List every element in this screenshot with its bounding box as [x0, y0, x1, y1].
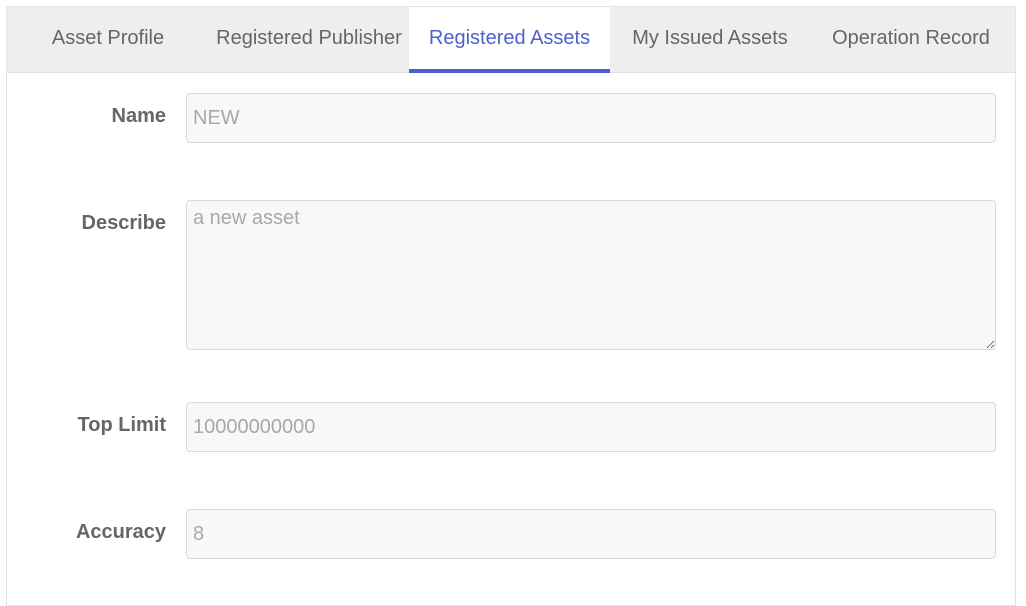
name-label: Name [111, 105, 166, 127]
tab-registered-publisher[interactable]: Registered Publisher [211, 7, 407, 72]
register-asset-panel: Asset Profile Registered Publisher Regis… [6, 6, 1016, 606]
accuracy-input[interactable] [186, 509, 996, 559]
tab-my-issued-assets[interactable]: My Issued Assets [623, 7, 797, 72]
tab-asset-profile[interactable]: Asset Profile [27, 7, 189, 72]
accuracy-label: Accuracy [75, 521, 166, 543]
tab-bar: Asset Profile Registered Publisher Regis… [7, 7, 1015, 73]
describe-label: Describe [81, 212, 167, 234]
tab-registered-assets[interactable]: Registered Assets [409, 7, 610, 73]
top-limit-input[interactable] [186, 402, 996, 452]
tab-operation-record[interactable]: Operation Record [825, 7, 997, 72]
top-limit-label: Top Limit [77, 414, 167, 436]
describe-textarea[interactable] [186, 200, 996, 350]
name-input[interactable] [186, 93, 996, 143]
